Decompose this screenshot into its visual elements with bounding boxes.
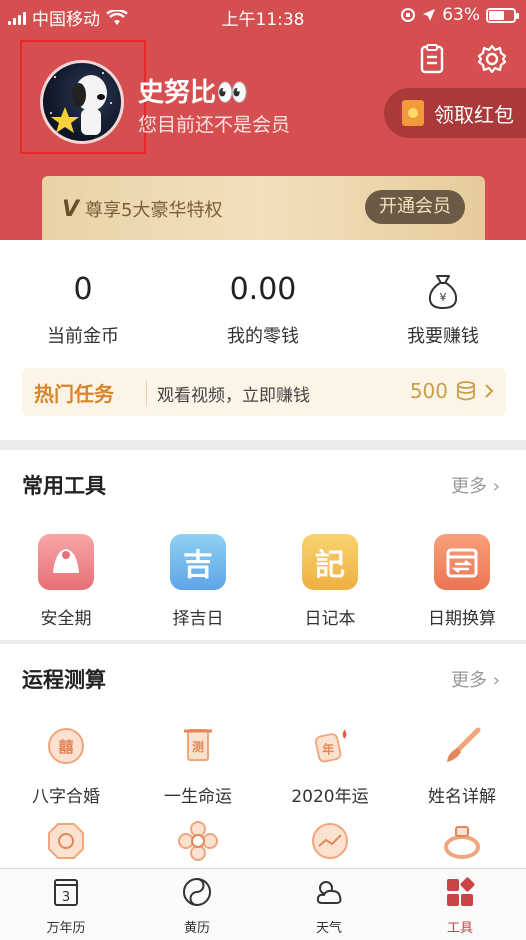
task-reward-value: 500 <box>409 379 448 403</box>
lotus-icon[interactable] <box>178 821 218 861</box>
tool-diary-label: 日记本 <box>304 609 356 629</box>
fortune-bazi-marriage[interactable]: 囍 八字合婚 <box>11 726 121 807</box>
profile-header: 中国移动 上午11:38 63% 史努比👀 您目前还不是会员 领取红包 V 尊享… <box>0 0 526 240</box>
chevron-right-icon <box>485 384 494 398</box>
location-icon <box>423 9 436 21</box>
fortune-section: 运程测算 更多 › 囍 八字合婚 测 一生命运 年 2020年运 姓名详解 <box>0 644 526 868</box>
fortune-name-analysis-label: 姓名详解 <box>428 787 496 807</box>
earn-money-stat[interactable]: ¥ 我要赚钱 <box>363 272 523 348</box>
auspicious-day-glyph: 吉 <box>183 548 213 583</box>
year-fortune-icon: 年 <box>310 726 350 766</box>
fortune-name-analysis[interactable]: 姓名详解 <box>407 726 517 807</box>
common-tools-more-link[interactable]: 更多 › <box>451 472 500 498</box>
common-tools-title: 常用工具 <box>22 474 106 498</box>
fortune-bazi-marriage-label: 八字合婚 <box>32 787 100 807</box>
coins-stat[interactable]: 0 当前金币 <box>3 272 163 348</box>
battery-percent: 63% <box>442 5 480 25</box>
hot-task-desc: 观看视频，立即赚钱 <box>146 381 310 406</box>
tab-calendar[interactable]: 3 万年历 <box>26 877 106 936</box>
tab-weather-label: 天气 <box>315 921 342 936</box>
coins-value: 0 <box>73 272 93 307</box>
change-value: 0.00 <box>229 272 297 307</box>
tool-diary[interactable]: 記 日记本 <box>275 534 385 629</box>
claim-red-envelope-label: 领取红包 <box>434 102 514 127</box>
fortune-more-link[interactable]: 更多 › <box>451 666 500 692</box>
tab-tools[interactable]: 工具 <box>420 877 500 936</box>
fortune-title: 运程测算 <box>22 668 106 692</box>
money-bag-icon: ¥ <box>428 275 458 310</box>
fortune-2020[interactable]: 年 2020年运 <box>275 726 385 807</box>
tool-date-conversion-label: 日期换算 <box>428 609 496 629</box>
battery-icon <box>486 7 519 23</box>
vip-v-icon: V <box>62 196 80 222</box>
brush-icon <box>442 726 482 766</box>
red-envelope-icon <box>402 100 424 126</box>
diary-icon: 記 <box>302 534 358 590</box>
date-conversion-icon <box>434 534 490 590</box>
ring-icon[interactable] <box>442 821 482 861</box>
tool-auspicious-day-label: 择吉日 <box>172 609 224 629</box>
bottom-tab-bar: 3 万年历 黄历 天气 工具 <box>0 868 526 940</box>
change-label: 我的零钱 <box>227 326 299 347</box>
calendar-day-glyph: 3 <box>62 890 70 905</box>
bazi-marriage-icon: 囍 <box>46 726 86 766</box>
common-tools-more-label: 更多 <box>451 476 488 497</box>
bagua-icon[interactable] <box>46 821 86 861</box>
coin-stack-icon <box>457 381 475 401</box>
tool-auspicious-day[interactable]: 吉 择吉日 <box>143 534 253 629</box>
avatar[interactable] <box>40 60 124 144</box>
tool-safe-period[interactable]: 安全期 <box>11 534 121 629</box>
lifetime-fortune-glyph: 测 <box>192 739 204 754</box>
svg-text:¥: ¥ <box>440 291 447 304</box>
member-status: 您目前还不是会员 <box>138 114 291 136</box>
trend-chart-icon[interactable] <box>310 821 350 861</box>
fortune-lifetime[interactable]: 测 一生命运 <box>143 726 253 807</box>
clipboard-icon[interactable] <box>416 43 448 75</box>
fortune-lifetime-label: 一生命运 <box>164 787 232 807</box>
auspicious-day-icon: 吉 <box>170 534 226 590</box>
battery-level <box>489 10 505 20</box>
tab-tools-label: 工具 <box>446 921 473 936</box>
tab-weather[interactable]: 天气 <box>289 877 369 936</box>
rotation-lock-icon <box>401 8 416 22</box>
hot-task-title: 热门任务 <box>34 382 114 406</box>
coins-label: 当前金币 <box>47 326 119 347</box>
nickname[interactable]: 史努比👀 <box>138 72 248 109</box>
vip-banner[interactable]: V 尊享5大豪华特权 开通会员 <box>42 176 485 240</box>
open-membership-button[interactable]: 开通会员 <box>365 190 465 224</box>
change-stat[interactable]: 0.00 我的零钱 <box>183 272 343 348</box>
safe-period-icon <box>38 534 94 590</box>
year-fortune-glyph: 年 <box>322 742 334 756</box>
tool-date-conversion[interactable]: 日期换算 <box>407 534 517 629</box>
lifetime-fortune-icon: 测 <box>178 726 218 766</box>
wallet-card: 0 当前金币 0.00 我的零钱 ¥ 我要赚钱 热门任务 观看视频，立即赚钱 5… <box>0 240 526 440</box>
status-bar: 中国移动 上午11:38 63% <box>0 0 526 30</box>
tab-almanac[interactable]: 黄历 <box>157 877 237 936</box>
task-reward: 500 <box>410 379 494 403</box>
common-tools-section: 常用工具 更多 › 安全期 吉 择吉日 記 日记本 日期换算 <box>0 450 526 640</box>
diary-glyph: 記 <box>315 548 345 583</box>
yin-yang-icon <box>183 878 211 906</box>
bazi-marriage-glyph: 囍 <box>58 738 73 756</box>
snoopy-avatar-icon <box>50 72 112 135</box>
tools-grid-icon <box>447 877 475 906</box>
calendar-icon: 3 <box>54 879 78 906</box>
tab-almanac-label: 黄历 <box>183 921 210 936</box>
claim-red-envelope-button[interactable]: 领取红包 <box>384 88 526 138</box>
tool-safe-period-label: 安全期 <box>40 609 92 629</box>
settings-gear-icon[interactable] <box>476 43 508 75</box>
weather-cloud-sun-icon <box>316 881 342 904</box>
fortune-more-label: 更多 <box>451 670 488 691</box>
fortune-2020-label: 2020年运 <box>291 787 369 807</box>
tab-calendar-label: 万年历 <box>46 921 86 936</box>
hot-task-bar[interactable]: 热门任务 观看视频，立即赚钱 500 <box>22 368 506 416</box>
earn-money-label: 我要赚钱 <box>407 326 479 347</box>
vip-privilege-text: 尊享5大豪华特权 <box>85 200 223 221</box>
